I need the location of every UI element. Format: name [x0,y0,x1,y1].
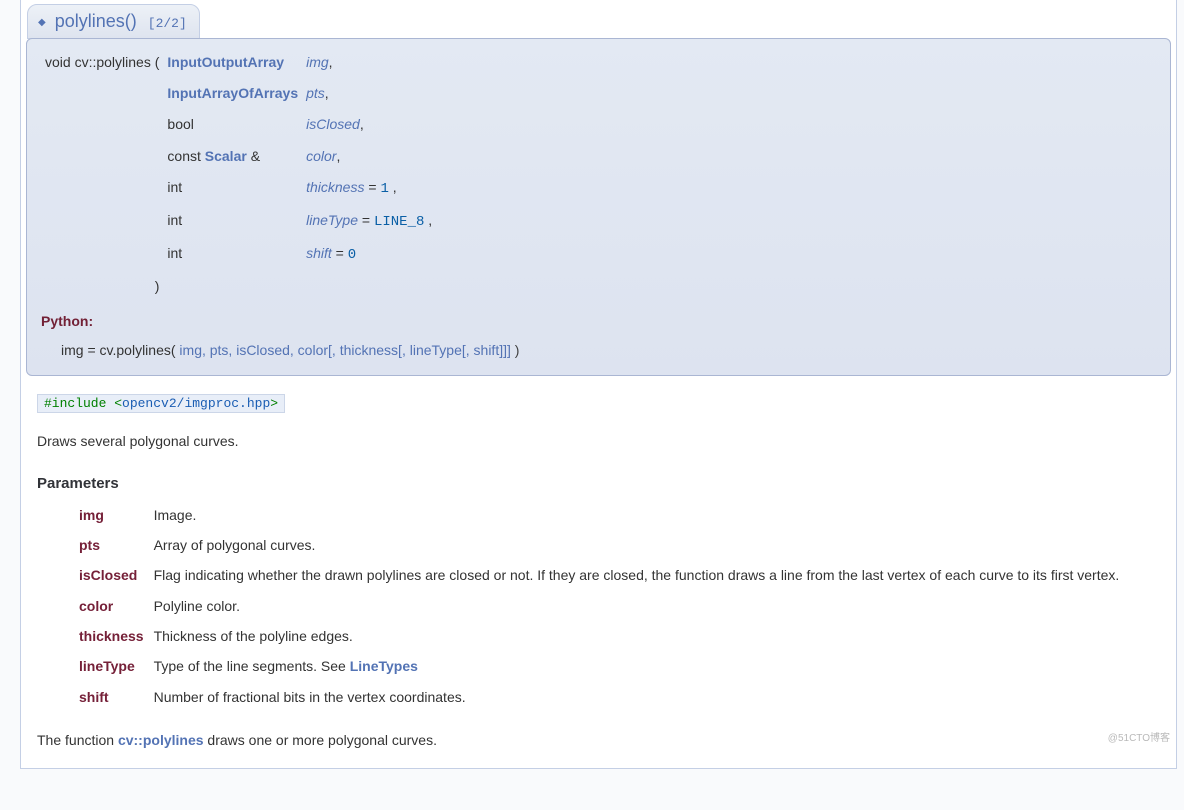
watermark: @51CTO博客 [1108,729,1170,744]
prototype-block: void cv::polylines ( InputOutputArray im… [26,38,1171,376]
proto-row: int thickness = 1 , [41,172,436,205]
proto-row: void cv::polylines ( InputOutputArray im… [41,47,436,78]
proto-lead: void cv::polylines ( [41,47,163,78]
type-link[interactable]: InputOutputArray [167,54,284,70]
linetypes-link[interactable]: LineTypes [350,658,418,674]
description-block: #include <opencv2/imgproc.hpp> Draws sev… [21,376,1176,748]
param-row: pts Array of polygonal curves. [79,530,1154,560]
param-row: lineType Type of the line segments. See … [79,651,1154,681]
function-title: ◆ polylines() [2/2] [27,4,200,39]
bullet-icon: ◆ [38,17,46,28]
function-permalink[interactable]: polylines() [55,11,137,31]
proto-row: int lineType = LINE_8 , [41,205,436,238]
include-directive: #include <opencv2/imgproc.hpp> [37,394,285,413]
python-heading: Python: [41,309,1170,334]
type-link[interactable]: InputArrayOfArrays [167,85,298,101]
cv-polylines-link[interactable]: cv::polylines [118,732,204,748]
param-row: isClosed Flag indicating whether the dra… [79,560,1154,590]
brief-description: Draws several polygonal curves. [37,433,1160,449]
python-signature: img = cv.polylines( img, pts, isClosed, … [61,338,1170,363]
param-row: thickness Thickness of the polyline edge… [79,621,1154,651]
param-row: shift Number of fractional bits in the v… [79,682,1154,712]
cpp-prototype: void cv::polylines ( InputOutputArray im… [41,47,436,303]
proto-row: bool isClosed, [41,109,436,140]
proto-row: ) [41,271,436,302]
param-row: img Image. [79,500,1154,530]
param-row: color Polyline color. [79,591,1154,621]
proto-row: InputArrayOfArrays pts, [41,78,436,109]
overload-indicator: [2/2] [148,16,187,31]
parameters-table: img Image. pts Array of polygonal curves… [79,500,1154,712]
type-link[interactable]: Scalar [205,148,247,164]
footer-description: The function cv::polylines draws one or … [37,732,1160,748]
doc-container: ◆ polylines() [2/2] void cv::polylines (… [20,0,1177,769]
proto-row: int shift = 0 [41,238,436,271]
parameters-heading: Parameters [37,475,1160,492]
proto-row: const Scalar & color, [41,141,436,172]
